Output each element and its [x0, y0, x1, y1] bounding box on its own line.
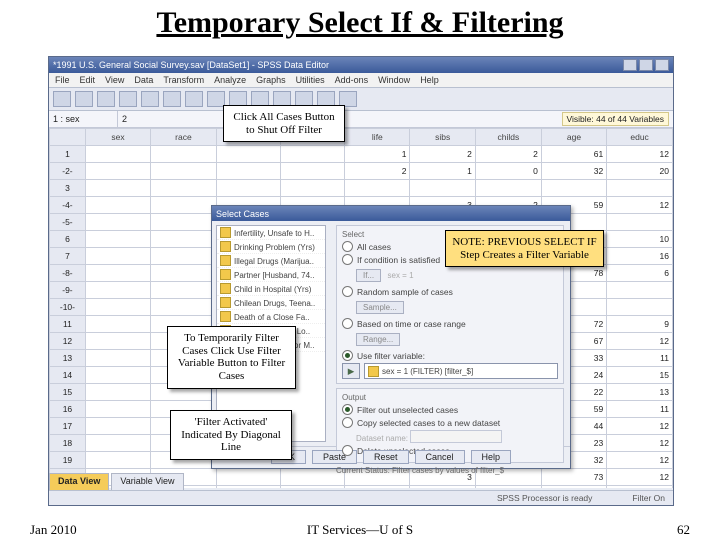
- toolbar-button[interactable]: [75, 91, 93, 107]
- output-group-label: Output: [342, 393, 558, 402]
- menu-file[interactable]: File: [55, 75, 70, 85]
- toolbar-button[interactable]: [185, 91, 203, 107]
- status-filter: Filter On: [632, 493, 665, 503]
- if-button[interactable]: If...: [356, 269, 381, 282]
- cell-name: 1 : sex: [49, 111, 118, 127]
- dialog-title: Select Cases: [216, 209, 269, 219]
- callout-all-cases: Click All Cases Button to Shut Off Filte…: [223, 105, 345, 142]
- menu-view[interactable]: View: [105, 75, 124, 85]
- radio-use-filter[interactable]: Use filter variable:: [342, 350, 558, 361]
- variable-item[interactable]: Illegal Drugs (Marijua..: [217, 254, 325, 268]
- menu-transform[interactable]: Transform: [163, 75, 204, 85]
- filter-variable-field[interactable]: sex = 1 (FILTER) [filter_$]: [364, 363, 558, 379]
- radio-range[interactable]: Based on time or case range: [342, 318, 558, 329]
- dialog-reset-button[interactable]: Reset: [363, 450, 409, 464]
- menu-add-ons[interactable]: Add-ons: [335, 75, 369, 85]
- footer-org: IT Services—U of S: [0, 522, 720, 538]
- menu-data[interactable]: Data: [134, 75, 153, 85]
- sheet-tabs[interactable]: Data View Variable View: [49, 473, 186, 491]
- variable-item[interactable]: Partner [Husband, 74..: [217, 268, 325, 282]
- window-titlebar: *1991 U.S. General Social Survey.sav [Da…: [49, 57, 673, 73]
- footer-page: 62: [677, 522, 690, 538]
- callout-use-filter: To Temporarily Filter Cases Click Use Fi…: [167, 326, 296, 389]
- toolbar-button[interactable]: [119, 91, 137, 107]
- radio-random-sample[interactable]: Random sample of cases: [342, 286, 558, 297]
- move-variable-button[interactable]: ▶: [342, 363, 360, 379]
- if-condition-preview: sex = 1: [388, 271, 414, 280]
- spss-window: *1991 U.S. General Social Survey.sav [Da…: [48, 56, 674, 506]
- callout-note-previous: NOTE: PREVIOUS SELECT IF Step Creates a …: [445, 230, 604, 267]
- toolbar-button[interactable]: [53, 91, 71, 107]
- range-button[interactable]: Range...: [356, 333, 400, 346]
- status-bar: SPSS Processor is ready Filter On: [49, 490, 673, 505]
- variable-item[interactable]: Chilean Drugs, Teena..: [217, 296, 325, 310]
- visible-variables: Visible: 44 of 44 Variables: [562, 112, 670, 126]
- variable-item[interactable]: Death of a Close Fa..: [217, 310, 325, 324]
- variable-item[interactable]: Drinking Problem (Yrs): [217, 240, 325, 254]
- dataset-name-input: [410, 430, 502, 443]
- menu-analyze[interactable]: Analyze: [214, 75, 246, 85]
- tab-data-view[interactable]: Data View: [49, 473, 109, 491]
- callout-filter-activated: 'Filter Activated' Indicated By Diagonal…: [170, 410, 292, 460]
- dialog-help-button[interactable]: Help: [471, 450, 512, 464]
- sample-button[interactable]: Sample...: [356, 301, 404, 314]
- menubar[interactable]: File Edit View Data Transform Analyze Graphs Ut…: [49, 73, 673, 88]
- window-title-text: *1991 U.S. General Social Survey.sav [Da…: [53, 60, 623, 70]
- window-controls[interactable]: [623, 59, 669, 71]
- toolbar[interactable]: [49, 88, 673, 111]
- tab-variable-view[interactable]: Variable View: [111, 473, 183, 491]
- menu-utilities[interactable]: Utilities: [296, 75, 325, 85]
- toolbar-button[interactable]: [163, 91, 181, 107]
- variable-item[interactable]: Infertility, Unsafe to H..: [217, 226, 325, 240]
- menu-graphs[interactable]: Graphs: [256, 75, 286, 85]
- toolbar-button[interactable]: [141, 91, 159, 107]
- menu-edit[interactable]: Edit: [80, 75, 96, 85]
- status-processor: SPSS Processor is ready: [497, 493, 592, 503]
- dialog-cancel-button[interactable]: Cancel: [415, 450, 465, 464]
- toolbar-button[interactable]: [97, 91, 115, 107]
- radio-output-filter[interactable]: Filter out unselected cases: [342, 404, 558, 415]
- page-title: Temporary Select If & Filtering: [0, 6, 720, 40]
- cell-editor-bar: 1 : sex 2 Visible: 44 of 44 Variables: [49, 111, 673, 128]
- variable-item[interactable]: Child in Hospital (Yrs): [217, 282, 325, 296]
- menu-window[interactable]: Window: [378, 75, 410, 85]
- dialog-titlebar: Select Cases: [212, 206, 570, 221]
- radio-output-copy[interactable]: Copy selected cases to a new dataset: [342, 417, 558, 428]
- menu-help[interactable]: Help: [420, 75, 439, 85]
- dialog-status-line: Current Status: Filter cases by values o…: [336, 466, 564, 475]
